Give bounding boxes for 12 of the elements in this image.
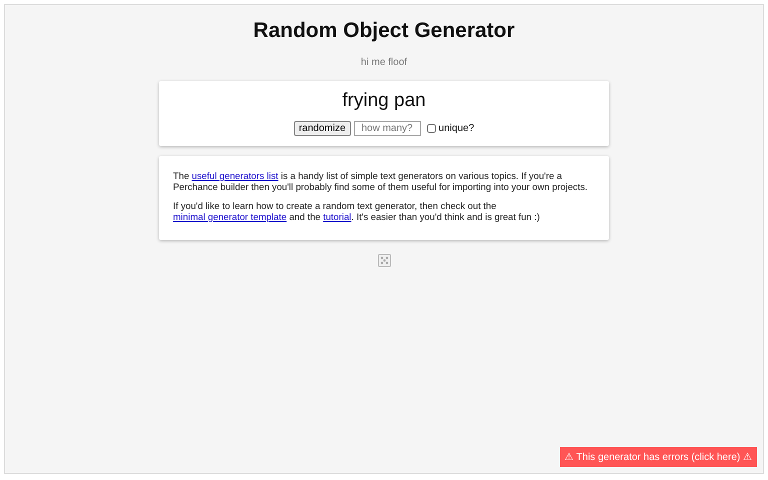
generated-output: frying pan xyxy=(342,90,426,112)
info-paragraph: If you'd like to learn how to create a random text generator, then check out the minimal generator template and the tutorial. It's easier than you'd think and is great fun :) xyxy=(173,200,541,222)
page-title: Random Object Generator xyxy=(253,19,515,43)
randomize-button[interactable]: randomize xyxy=(294,121,351,136)
text-link[interactable]: useful generators list xyxy=(192,170,278,181)
info-paragraph: The useful generators list is a handy list of simple text generators on various topics. If you're a Perchance builder then you'll probably find some of them useful for importing into your own projects. xyxy=(173,170,589,192)
count-input[interactable]: how many? xyxy=(354,121,421,136)
text-link[interactable]: tutorial xyxy=(323,211,352,222)
unique-label: unique? xyxy=(438,123,474,134)
unique-checkbox[interactable] xyxy=(426,124,436,133)
page-subtitle: hi me floof xyxy=(360,57,408,68)
text-link[interactable]: minimal generator template xyxy=(173,211,287,222)
